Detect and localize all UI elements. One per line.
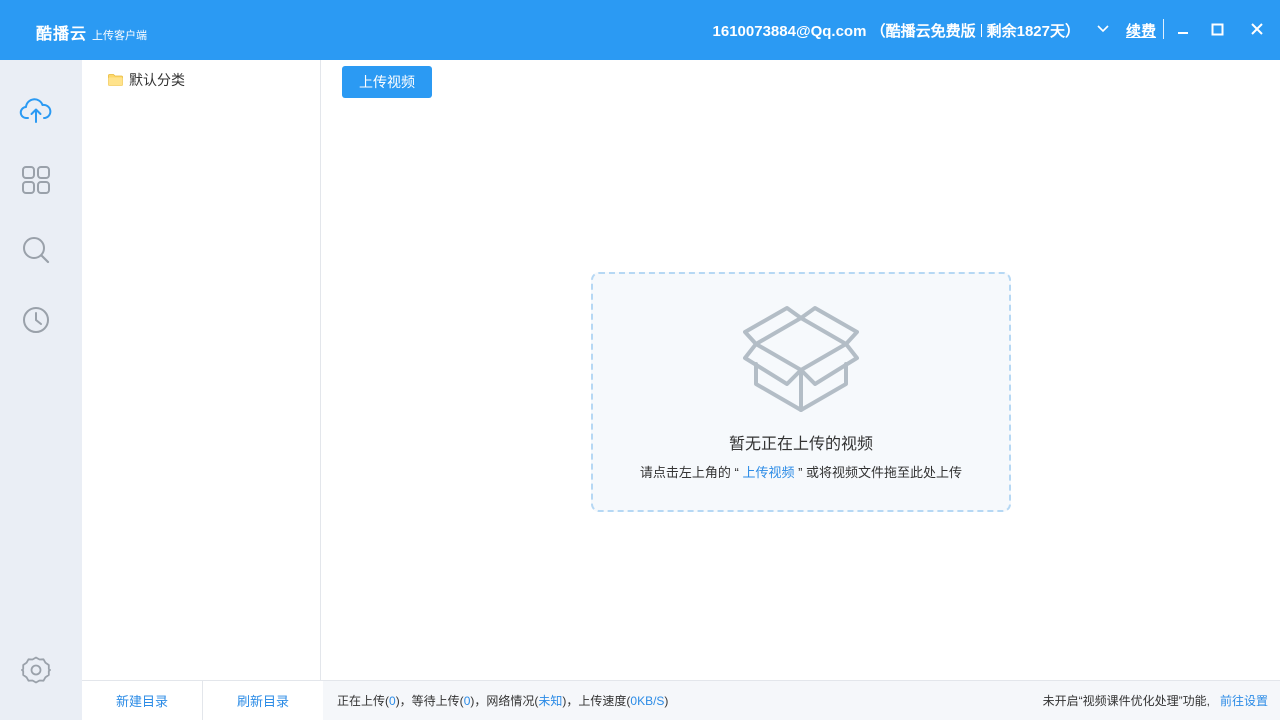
minimize-button[interactable]: [1172, 18, 1194, 40]
speed-close: ): [664, 694, 669, 708]
hint-upload-link[interactable]: 上传视频: [742, 465, 794, 480]
speed-value: 0KB/S: [630, 694, 665, 708]
network-label: )，网络情况(: [470, 694, 539, 708]
title-bar: 酷播云 上传客户端 1610073884@Qq.com （酷播云免费版 剩余182…: [0, 0, 1280, 60]
empty-state-hint: 请点击左上角的 “ 上传视频 ” 或将视频文件拖至此处上传: [593, 462, 1009, 481]
empty-state-title: 暂无正在上传的视频: [728, 436, 873, 453]
rail-search-button[interactable]: [17, 231, 55, 269]
hint-suffix: ” 或将视频文件拖至此处上传: [794, 465, 963, 480]
new-folder-button[interactable]: 新建目录: [82, 681, 203, 720]
uploading-label: 正在上传(: [337, 694, 389, 708]
account-dropdown[interactable]: [1092, 18, 1114, 40]
folder-actions: 新建目录 刷新目录: [82, 680, 323, 720]
remaining-days: 剩余1827天: [986, 23, 1065, 40]
open-paren: （: [870, 23, 886, 40]
feature-notice: 未开启“视频课件优化处理”功能,: [1042, 694, 1210, 708]
left-rail: [0, 60, 82, 720]
network-value: 未知: [538, 694, 563, 708]
uploading-count: 0: [389, 694, 396, 708]
rail-grid-button[interactable]: [17, 161, 55, 199]
maximize-icon: [1211, 23, 1223, 35]
gear-icon: [21, 656, 51, 684]
plan-separator: [980, 24, 982, 37]
folder-icon: [108, 74, 123, 86]
upload-status: 正在上传(0)，等待上传(0)，网络情况(未知)，上传速度(0KB/S): [337, 692, 668, 709]
account-email: 1610073884@Qq.com: [712, 23, 867, 40]
folder-panel: 默认分类: [82, 60, 321, 680]
cloud-upload-icon: [19, 98, 52, 123]
grid-icon: [22, 166, 50, 194]
status-bar: 正在上传(0)，等待上传(0)，网络情况(未知)，上传速度(0KB/S) 未开启…: [323, 680, 1280, 720]
rail-history-button[interactable]: [17, 301, 55, 339]
app-subtitle: 上传客户端: [92, 30, 148, 42]
settings-button[interactable]: [17, 651, 55, 689]
renew-link[interactable]: 续费: [1126, 20, 1156, 41]
chevron-down-icon: [1097, 25, 1109, 33]
waiting-label: )，等待上传(: [395, 694, 464, 708]
app-name: 酷播云: [36, 26, 88, 43]
account-info: 1610073884@Qq.com （酷播云免费版 剩余1827天）: [713, 20, 1080, 41]
close-icon: [1251, 23, 1263, 35]
rail-upload-button[interactable]: [17, 91, 55, 129]
feature-status: 未开启“视频课件优化处理”功能, 前往设置: [1043, 692, 1268, 709]
folder-item-default[interactable]: 默认分类: [108, 70, 185, 90]
maximize-button[interactable]: [1206, 18, 1228, 40]
open-box-icon: [743, 306, 859, 412]
close-paren: ）: [1064, 23, 1080, 40]
folder-label: 默认分类: [129, 72, 185, 88]
plan-name: 酷播云免费版: [885, 23, 976, 40]
upload-dropzone[interactable]: 暂无正在上传的视频 请点击左上角的 “ 上传视频 ” 或将视频文件拖至此处上传: [591, 272, 1011, 512]
app-brand: 酷播云 上传客户端: [36, 20, 147, 44]
refresh-folders-button[interactable]: 刷新目录: [203, 681, 323, 720]
upload-video-button[interactable]: 上传视频: [342, 66, 432, 98]
speed-label: )，上传速度(: [562, 694, 631, 708]
hint-prefix: 请点击左上角的 “: [639, 465, 743, 480]
clock-icon: [23, 307, 49, 333]
go-to-settings-link[interactable]: 前往设置: [1220, 694, 1268, 708]
minimize-icon: [1178, 32, 1188, 34]
close-button[interactable]: [1246, 18, 1268, 40]
search-icon: [23, 237, 50, 264]
titlebar-divider: [1163, 19, 1164, 39]
